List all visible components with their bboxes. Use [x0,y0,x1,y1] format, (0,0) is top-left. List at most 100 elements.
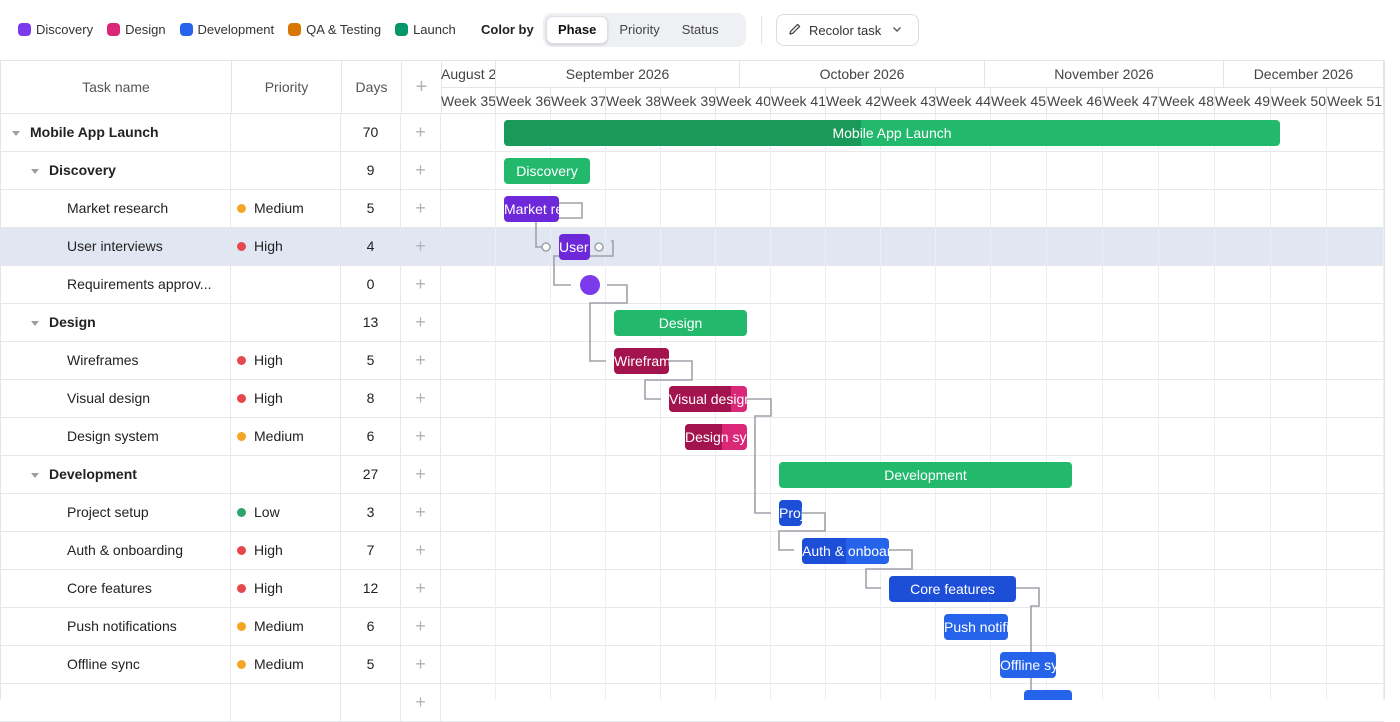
priority-dot-icon [237,583,246,593]
add-task-header-button[interactable]: + [402,61,442,114]
bar-label: Offline sync [1000,657,1056,673]
task-bar[interactable]: Project setup [779,500,802,526]
priority-label: Medium [254,656,304,672]
week-header: Week 51 [1327,88,1384,114]
week-gridline [1158,114,1159,700]
priority-dot-icon [237,659,246,669]
task-bar[interactable]: Offline sync [1000,652,1056,678]
days-cell: 5 [341,190,401,227]
days-cell: 9 [341,152,401,189]
priority-cell [231,266,341,303]
column-header-task-name[interactable]: Task name [1,61,232,114]
dependency-link[interactable] [747,398,772,514]
add-subtask-button[interactable]: + [401,304,441,341]
task-name-cell: Project setup [0,494,231,531]
add-subtask-button[interactable]: + [401,342,441,379]
toolbar: Discovery Design Development QA & Testing La… [0,0,1400,60]
summary-bar[interactable]: Mobile App Launch [504,120,1280,146]
milestone-marker[interactable] [580,275,600,295]
week-gridline [1270,114,1271,700]
days-cell: 6 [341,608,401,645]
task-bar[interactable]: User interviews [559,234,590,260]
add-subtask-button[interactable]: + [401,114,441,151]
task-bar[interactable] [1024,690,1072,700]
task-name: Wireframes [67,352,139,368]
days-cell: 12 [341,570,401,607]
task-bar[interactable]: Visual design [669,386,747,412]
color-by-option-phase[interactable]: Phase [546,16,609,44]
task-bar[interactable]: Push notifications [944,614,1008,640]
legend-item: QA & Testing [288,22,381,37]
task-name: Auth & onboarding [67,542,183,558]
week-header: Week 37 [551,88,606,114]
bar-label: Push notifications [944,619,1008,635]
add-subtask-button[interactable]: + [401,266,441,303]
add-subtask-button[interactable]: + [401,494,441,531]
priority-cell [231,456,341,493]
expand-caret-icon[interactable] [31,472,39,478]
priority-label: High [254,542,283,558]
add-subtask-button[interactable]: + [401,190,441,227]
link-handle-icon[interactable] [541,242,551,252]
week-gridline [825,114,826,700]
week-header: Week 49 [1215,88,1271,114]
month-header: December 2026 [1224,61,1384,88]
summary-bar[interactable]: Design [614,310,747,336]
priority-dot-icon [237,203,246,213]
add-subtask-button[interactable]: + [401,646,441,683]
column-header-days[interactable]: Days [342,61,402,114]
chevron-down-icon [891,23,903,38]
add-subtask-button[interactable]: + [401,228,441,265]
color-by-option-status[interactable]: Status [671,16,730,44]
priority-label: High [254,390,283,406]
dependency-link[interactable] [1016,587,1040,700]
bar-label: Project setup [779,505,802,521]
summary-bar[interactable]: Discovery [504,158,590,184]
expand-caret-icon[interactable] [31,168,39,174]
task-bar[interactable]: Core features [889,576,1016,602]
task-name-cell: Push notifications [0,608,231,645]
week-header: Week 42 [826,88,881,114]
week-gridline [935,114,936,700]
add-subtask-button[interactable]: + [401,152,441,189]
column-header-priority[interactable]: Priority [232,61,342,114]
week-header: Week 38 [606,88,661,114]
add-subtask-button[interactable]: + [401,684,441,721]
vertical-scrollbar[interactable] [1384,60,1400,700]
color-by-option-priority[interactable]: Priority [608,16,670,44]
task-bar[interactable]: Market research [504,196,559,222]
task-name: Push notifications [67,618,177,634]
task-bar[interactable]: Wireframes [614,348,669,374]
week-gridline [605,114,606,700]
days-cell: 27 [341,456,401,493]
month-header: August 2026 [441,61,496,88]
add-subtask-button[interactable]: + [401,608,441,645]
task-name-cell: Offline sync [0,646,231,683]
priority-cell [231,684,341,721]
task-name: Visual design [67,390,151,406]
task-bar[interactable]: Auth & onboarding [802,538,889,564]
task-name-cell: Development [0,456,231,493]
task-name-cell: Mobile App Launch [0,114,231,151]
priority-label: Low [254,504,280,520]
add-subtask-button[interactable]: + [401,418,441,455]
expand-caret-icon[interactable] [31,320,39,326]
add-subtask-button[interactable]: + [401,380,441,417]
link-handle-icon[interactable] [594,242,604,252]
week-header: Week 48 [1159,88,1215,114]
legend-swatch [107,23,121,36]
add-subtask-button[interactable]: + [401,570,441,607]
summary-bar[interactable]: Development [779,462,1072,488]
task-name: Requirements approv... [67,276,212,292]
recolor-task-button[interactable]: Recolor task [776,14,919,46]
week-header: Week 50 [1271,88,1327,114]
expand-caret-icon[interactable] [12,130,20,136]
task-name: Development [49,466,137,482]
week-header: Week 41 [771,88,826,114]
add-subtask-button[interactable]: + [401,532,441,569]
task-bar[interactable]: Design system [685,424,747,450]
days-cell: 5 [341,646,401,683]
add-subtask-button[interactable]: + [401,456,441,493]
task-name-cell: Design [0,304,231,341]
priority-cell: Medium [231,190,341,227]
